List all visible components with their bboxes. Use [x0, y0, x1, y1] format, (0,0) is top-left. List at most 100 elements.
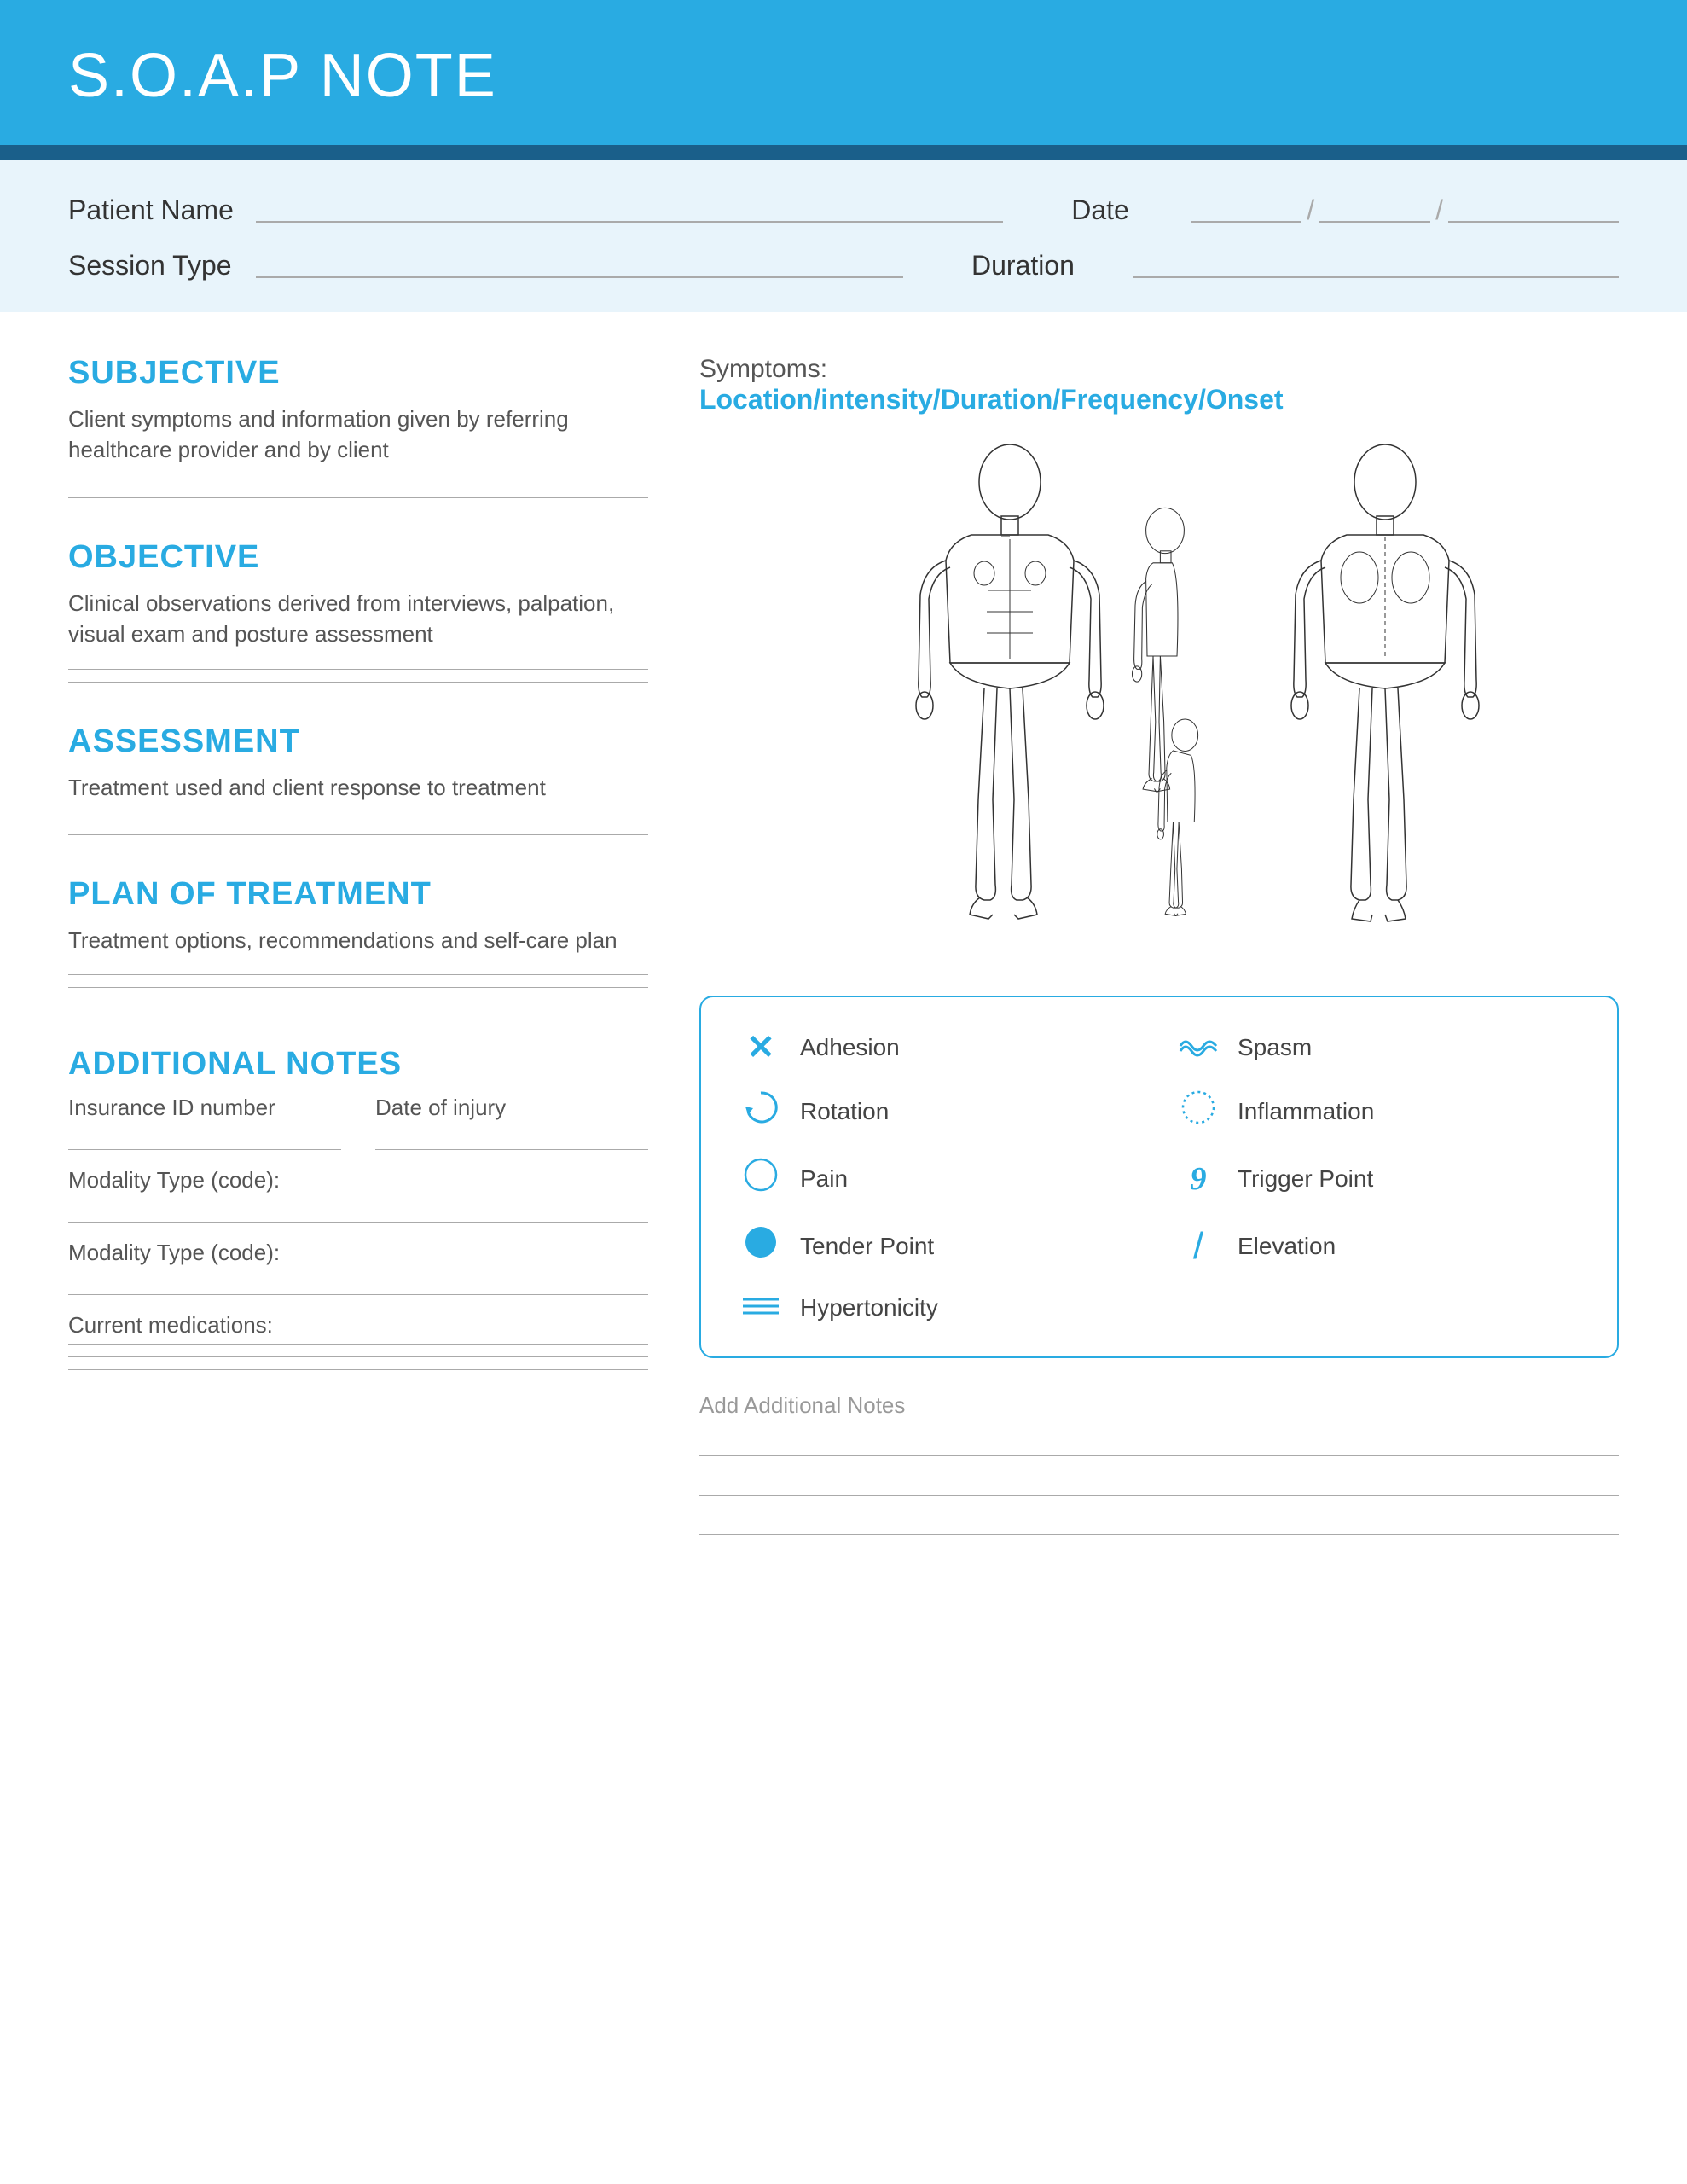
- plan-desc: Treatment options, recommendations and s…: [68, 925, 648, 956]
- legend-box: ✕ Adhesion Spasm Rotation Inflammati: [699, 996, 1619, 1358]
- plan-line-1[interactable]: [68, 974, 648, 975]
- objective-desc: Clinical observations derived from inter…: [68, 588, 648, 650]
- patient-name-label: Patient Name: [68, 195, 256, 226]
- hypertonicity-label: Hypertonicity: [800, 1294, 938, 1321]
- main-content: SUBJECTIVE Client symptoms and informati…: [0, 312, 1687, 1593]
- subjective-section: SUBJECTIVE Client symptoms and informati…: [68, 355, 648, 531]
- patient-name-row: Patient Name Date / /: [68, 195, 1619, 226]
- additional-notes-section: ADDITIONAL NOTES Insurance ID number Dat…: [68, 1046, 648, 1387]
- duration-group: Duration: [971, 250, 1619, 282]
- elevation-icon: /: [1176, 1225, 1220, 1268]
- symptoms-header: Symptoms: Location/intensity/Duration/Fr…: [699, 355, 1619, 433]
- duration-field[interactable]: [1133, 254, 1619, 278]
- plan-line-2[interactable]: [68, 987, 648, 988]
- hypertonicity-icon: [739, 1290, 783, 1326]
- session-type-row: Session Type Duration: [68, 250, 1619, 282]
- notes-line-3[interactable]: [699, 1511, 1619, 1535]
- rotation-label: Rotation: [800, 1098, 889, 1125]
- patient-name-field[interactable]: [256, 199, 1003, 223]
- legend-item-hypertonicity: Hypertonicity: [739, 1290, 1142, 1326]
- date-label: Date: [1071, 195, 1191, 226]
- modality-2-group: Modality Type (code):: [68, 1240, 648, 1295]
- current-meds-line-3[interactable]: [68, 1369, 648, 1370]
- insurance-injury-row: Insurance ID number Date of injury: [68, 1095, 648, 1150]
- modality-2-label: Modality Type (code):: [68, 1240, 648, 1266]
- modality-2-field[interactable]: [68, 1271, 648, 1295]
- insurance-id-field[interactable]: [68, 1126, 341, 1150]
- current-meds-line-2[interactable]: [68, 1356, 648, 1357]
- legend-item-trigger-point: 9 Trigger Point: [1176, 1155, 1580, 1202]
- modality-1-group: Modality Type (code):: [68, 1167, 648, 1223]
- session-type-label: Session Type: [68, 250, 256, 282]
- legend-item-inflammation: Inflammation: [1176, 1088, 1580, 1135]
- current-meds-line-1[interactable]: [68, 1344, 648, 1345]
- adhesion-label: Adhesion: [800, 1034, 900, 1061]
- patient-info-bar: Patient Name Date / / Session Type Durat…: [0, 160, 1687, 312]
- current-meds-group: Current medications:: [68, 1312, 648, 1370]
- objective-heading: OBJECTIVE: [68, 539, 648, 576]
- plan-section: PLAN OF TREATMENT Treatment options, rec…: [68, 876, 648, 1020]
- date-day-field[interactable]: [1319, 199, 1430, 223]
- pain-label: Pain: [800, 1165, 848, 1193]
- spasm-icon: [1176, 1030, 1220, 1066]
- additional-notes-heading: ADDITIONAL NOTES: [68, 1046, 648, 1083]
- legend-item-elevation: / Elevation: [1176, 1223, 1580, 1269]
- legend-item-pain: Pain: [739, 1155, 1142, 1202]
- assessment-desc: Treatment used and client response to tr…: [68, 772, 648, 803]
- date-of-injury-label: Date of injury: [375, 1095, 648, 1121]
- session-type-field[interactable]: [256, 254, 903, 278]
- tender-point-label: Tender Point: [800, 1233, 934, 1260]
- legend-item-spasm: Spasm: [1176, 1028, 1580, 1067]
- legend-item-adhesion: ✕ Adhesion: [739, 1028, 1142, 1067]
- header-stripe: [0, 145, 1687, 160]
- side-figure-small: [1133, 508, 1185, 792]
- assessment-line-2[interactable]: [68, 834, 648, 835]
- date-year-field[interactable]: [1448, 199, 1619, 223]
- objective-line-1[interactable]: [68, 669, 648, 670]
- assessment-section: ASSESSMENT Treatment used and client res…: [68, 723, 648, 868]
- subjective-desc: Client symptoms and information given by…: [68, 404, 648, 466]
- add-notes-label: Add Additional Notes: [699, 1392, 1619, 1419]
- inflammation-label: Inflammation: [1238, 1098, 1374, 1125]
- notes-line-2[interactable]: [699, 1472, 1619, 1496]
- modality-1-label: Modality Type (code):: [68, 1167, 648, 1194]
- add-notes-section: Add Additional Notes: [699, 1392, 1619, 1550]
- duration-label: Duration: [971, 250, 1133, 282]
- subjective-line-2[interactable]: [68, 497, 648, 498]
- symptoms-label: Symptoms:: [699, 355, 1619, 384]
- spasm-label: Spasm: [1238, 1034, 1312, 1061]
- current-meds-label: Current medications:: [68, 1312, 648, 1339]
- side-figure-small-2: [1157, 719, 1198, 915]
- legend-item-tender-point: Tender Point: [739, 1223, 1142, 1269]
- front-figure-large: [916, 444, 1104, 919]
- rotation-icon: [739, 1088, 783, 1135]
- date-slash-1: /: [1301, 195, 1319, 226]
- date-month-field[interactable]: [1191, 199, 1301, 223]
- trigger-point-label: Trigger Point: [1238, 1165, 1373, 1193]
- tender-point-icon: [739, 1223, 783, 1269]
- left-column: SUBJECTIVE Client symptoms and informati…: [68, 355, 648, 1550]
- right-column: Symptoms: Location/intensity/Duration/Fr…: [699, 355, 1619, 1550]
- adhesion-icon: ✕: [739, 1028, 783, 1067]
- date-group: Date / /: [1071, 195, 1619, 226]
- subjective-heading: SUBJECTIVE: [68, 355, 648, 392]
- assessment-heading: ASSESSMENT: [68, 723, 648, 760]
- elevation-label: Elevation: [1238, 1233, 1336, 1260]
- body-figures-svg: [826, 433, 1492, 961]
- plan-heading: PLAN OF TREATMENT: [68, 876, 648, 913]
- back-figure-large: [1291, 444, 1479, 921]
- date-of-injury-group: Date of injury: [375, 1095, 648, 1150]
- objective-section: OBJECTIVE Clinical observations derived …: [68, 539, 648, 715]
- inflammation-icon: [1176, 1088, 1220, 1135]
- symptoms-subtitle: Location/intensity/Duration/Frequency/On…: [699, 384, 1619, 415]
- header: S.O.A.P NOTE: [0, 0, 1687, 145]
- notes-line-1[interactable]: [699, 1432, 1619, 1456]
- trigger-point-icon: 9: [1176, 1160, 1220, 1198]
- insurance-id-group: Insurance ID number: [68, 1095, 341, 1150]
- pain-icon: [739, 1155, 783, 1202]
- insurance-id-label: Insurance ID number: [68, 1095, 341, 1121]
- modality-1-field[interactable]: [68, 1199, 648, 1223]
- page-title: S.O.A.P NOTE: [68, 41, 1619, 111]
- date-slash-2: /: [1430, 195, 1448, 226]
- date-of-injury-field[interactable]: [375, 1126, 648, 1150]
